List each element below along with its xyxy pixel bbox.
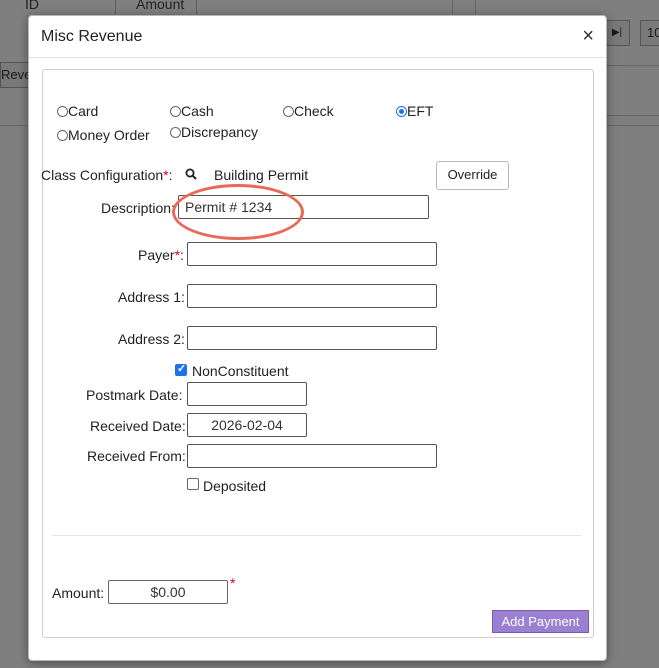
radio-eft-indicator[interactable] (396, 106, 407, 117)
received-date-input[interactable] (187, 413, 307, 437)
close-icon[interactable]: × (582, 25, 594, 47)
dialog-header: Misc Revenue × (29, 16, 606, 58)
class-configuration-label: Class Configuration*: (41, 167, 173, 183)
address2-input[interactable] (187, 326, 437, 350)
section-divider (52, 535, 581, 536)
search-icon[interactable] (185, 168, 197, 180)
radio-money-order[interactable]: Money Order (57, 127, 150, 143)
form-panel (42, 69, 594, 638)
radio-check-indicator[interactable] (283, 106, 294, 117)
payer-label: Payer*: (138, 247, 184, 263)
received-date-label: Received Date: (90, 418, 186, 434)
add-payment-button[interactable]: Add Payment (492, 610, 589, 633)
annotation-ellipse (172, 184, 304, 240)
dialog-title: Misc Revenue (41, 28, 143, 45)
nonconstituent-label: NonConstituent (192, 363, 289, 379)
radio-cash-indicator[interactable] (170, 106, 181, 117)
class-configuration-value: Building Permit (214, 167, 309, 183)
amount-label: Amount: (52, 585, 105, 601)
deposited-label: Deposited (203, 478, 267, 494)
received-from-label: Received From: (87, 448, 186, 464)
received-from-input[interactable] (187, 444, 437, 468)
radio-money-order-indicator[interactable] (57, 130, 68, 141)
override-button[interactable]: Override (436, 161, 509, 190)
amount-input[interactable] (108, 580, 228, 604)
deposited-checkbox[interactable] (187, 478, 199, 490)
required-marker: * (230, 575, 236, 591)
radio-check[interactable]: Check (283, 103, 334, 119)
radio-cash[interactable]: Cash (170, 103, 214, 119)
address1-input[interactable] (187, 284, 437, 308)
postmark-date-input[interactable] (187, 382, 307, 406)
payer-input[interactable] (187, 242, 437, 266)
radio-card-indicator[interactable] (57, 106, 68, 117)
radio-card[interactable]: Card (57, 103, 98, 119)
address2-label: Address 2: (118, 331, 185, 347)
description-label: Description: (101, 200, 175, 216)
postmark-date-label: Postmark Date: (86, 387, 183, 403)
radio-eft[interactable]: EFT (396, 103, 433, 119)
nonconstituent-checkbox[interactable] (175, 362, 187, 376)
radio-discrepancy[interactable]: Discrepancy (170, 124, 258, 140)
address1-label: Address 1: (118, 289, 185, 305)
radio-discrepancy-indicator[interactable] (170, 127, 181, 138)
